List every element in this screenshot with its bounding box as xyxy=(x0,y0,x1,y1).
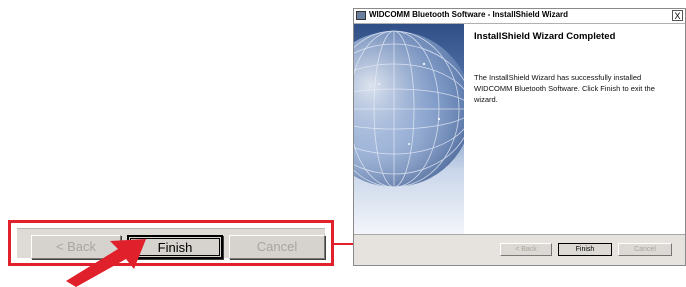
back-button[interactable]: < Back xyxy=(500,243,552,256)
installer-app-icon xyxy=(356,11,366,20)
close-icon[interactable]: X xyxy=(672,10,683,21)
window-title: WIDCOMM Bluetooth Software - InstallShie… xyxy=(369,10,569,19)
pointer-arrow-icon xyxy=(66,239,146,287)
globe-banner-image xyxy=(354,24,464,234)
wizard-message: The InstallShield Wizard has successfull… xyxy=(474,73,655,104)
window-titlebar: WIDCOMM Bluetooth Software - InstallShie… xyxy=(354,9,685,24)
finish-button[interactable]: Finish xyxy=(558,243,612,256)
wizard-heading: InstallShield Wizard Completed xyxy=(474,31,616,42)
wizard-button-bar: < Back Finish Cancel xyxy=(354,234,685,265)
cancel-button[interactable]: Cancel xyxy=(618,243,672,256)
installshield-wizard-window: WIDCOMM Bluetooth Software - InstallShie… xyxy=(353,8,686,266)
zoomed-cancel-button[interactable]: Cancel xyxy=(229,235,325,259)
globe-graphic xyxy=(354,30,464,188)
button-bar-callout: < Back Finish Cancel xyxy=(8,220,334,266)
